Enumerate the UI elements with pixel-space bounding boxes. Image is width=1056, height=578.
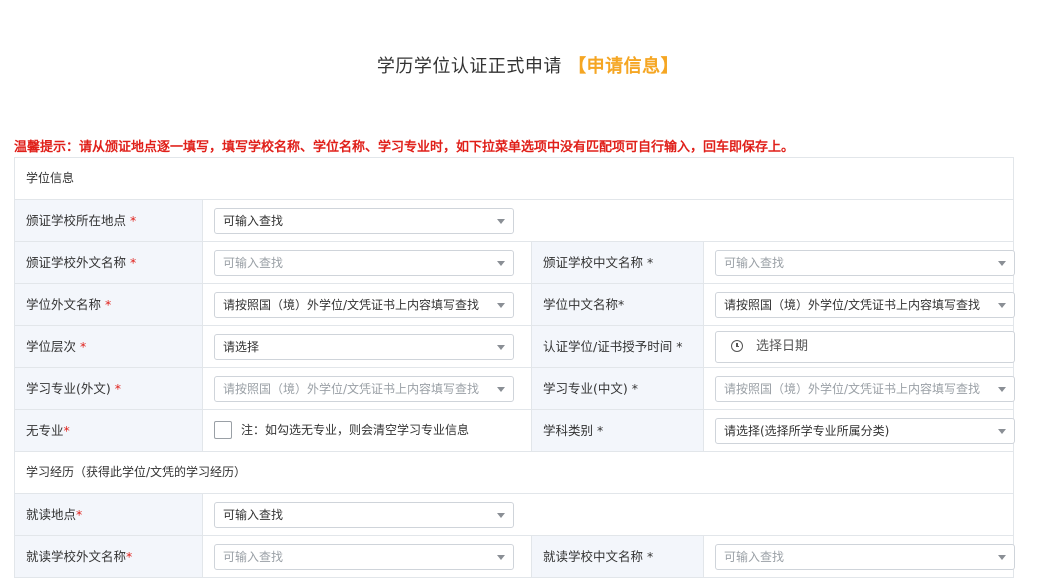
degree-level-cell: 请选择: [203, 326, 532, 367]
section-degree-info: 学位信息: [15, 158, 1013, 200]
chevron-down-icon: [998, 387, 1006, 392]
row-no-major: 无专业* 注：如勾选无专业，则会清空学习专业信息 学科类别 * 请选择(选择所学…: [15, 410, 1015, 452]
warning-tip: 温馨提示：请从颁证地点逐一填写，填写学校名称、学位名称、学习专业时，如下拉菜单选…: [14, 140, 795, 155]
discipline-label: 学科类别 *: [532, 410, 704, 451]
chevron-down-icon: [497, 387, 505, 392]
award-date-picker[interactable]: 选择日期: [715, 331, 1015, 363]
study-location-select[interactable]: 可输入查找: [214, 502, 514, 528]
chevron-down-icon: [998, 429, 1006, 434]
row-degree-name: 学位外文名称 * 请按照国（境）外学位/文凭证书上内容填写查找 学位中文名称* …: [15, 284, 1015, 326]
degree-level-label: 学位层次 *: [15, 326, 203, 367]
page-title: 学历学位认证正式申请 【申请信息】: [0, 52, 1056, 78]
chevron-down-icon: [497, 555, 505, 560]
issuing-location-select[interactable]: 可输入查找: [214, 208, 514, 234]
chevron-down-icon: [497, 513, 505, 518]
major-foreign-cell: 请按照国（境）外学位/文凭证书上内容填写查找: [203, 368, 532, 409]
degree-level-select[interactable]: 请选择: [214, 334, 514, 360]
degree-chinese-select[interactable]: 请按照国（境）外学位/文凭证书上内容填写查找: [715, 292, 1015, 318]
no-major-cell: 注：如勾选无专业，则会清空学习专业信息: [203, 410, 532, 451]
row-study-location: 就读地点* 可输入查找: [15, 494, 1013, 536]
issuing-location-cell: 可输入查找: [203, 200, 1013, 241]
chevron-down-icon: [497, 261, 505, 266]
major-foreign-label: 学习专业(外文) *: [15, 368, 203, 409]
issuing-school-foreign-label: 颁证学校外文名称 *: [15, 242, 203, 283]
chevron-down-icon: [497, 303, 505, 308]
issuing-school-chinese-label: 颁证学校中文名称 *: [532, 242, 704, 283]
degree-foreign-select[interactable]: 请按照国（境）外学位/文凭证书上内容填写查找: [214, 292, 514, 318]
issuing-location-label: 颁证学校所在地点 *: [15, 200, 203, 241]
chevron-down-icon: [497, 219, 505, 224]
discipline-select[interactable]: 请选择(选择所学专业所属分类): [715, 418, 1015, 444]
major-chinese-cell: 请按照国（境）外学位/文凭证书上内容填写查找: [704, 368, 1015, 409]
degree-chinese-cell: 请按照国（境）外学位/文凭证书上内容填写查找: [704, 284, 1015, 325]
study-school-foreign-select[interactable]: 可输入查找: [214, 544, 514, 570]
row-issuing-school: 颁证学校外文名称 * 可输入查找 颁证学校中文名称 * 可输入查找: [15, 242, 1015, 284]
row-degree-level: 学位层次 * 请选择 认证学位/证书授予时间 * 选择日期: [15, 326, 1015, 368]
major-chinese-select[interactable]: 请按照国（境）外学位/文凭证书上内容填写查找: [715, 376, 1015, 402]
no-major-checkbox[interactable]: [214, 421, 232, 439]
no-major-label: 无专业*: [15, 410, 203, 451]
no-major-note: 注：如勾选无专业，则会清空学习专业信息: [241, 423, 470, 437]
major-chinese-label: 学习专业(中文) *: [532, 368, 704, 409]
page-title-highlight: 【申请信息】: [568, 56, 680, 77]
study-location-label: 就读地点*: [15, 494, 203, 535]
major-foreign-select[interactable]: 请按照国（境）外学位/文凭证书上内容填写查找: [214, 376, 514, 402]
chevron-down-icon: [998, 303, 1006, 308]
issuing-school-foreign-cell: 可输入查找: [203, 242, 532, 283]
award-date-cell: 选择日期: [704, 326, 1015, 367]
chevron-down-icon: [998, 261, 1006, 266]
degree-foreign-cell: 请按照国（境）外学位/文凭证书上内容填写查找: [203, 284, 532, 325]
page-title-main: 学历学位认证正式申请: [376, 56, 562, 77]
study-school-chinese-select[interactable]: 可输入查找: [715, 544, 1015, 570]
issuing-school-foreign-select[interactable]: 可输入查找: [214, 250, 514, 276]
degree-chinese-label: 学位中文名称*: [532, 284, 704, 325]
issuing-school-chinese-select[interactable]: 可输入查找: [715, 250, 1015, 276]
application-form: 学位信息 颁证学校所在地点 * 可输入查找 颁证学校外文名称 * 可输入查找 颁…: [14, 157, 1015, 578]
chevron-down-icon: [497, 345, 505, 350]
discipline-cell: 请选择(选择所学专业所属分类): [704, 410, 1015, 451]
chevron-down-icon: [998, 555, 1006, 560]
clock-icon: [731, 340, 743, 352]
row-issuing-location: 颁证学校所在地点 * 可输入查找: [15, 200, 1013, 242]
section-study-experience: 学习经历（获得此学位/文凭的学习经历）: [15, 452, 1013, 494]
study-location-cell: 可输入查找: [203, 494, 1013, 535]
issuing-school-chinese-cell: 可输入查找: [704, 242, 1015, 283]
degree-foreign-label: 学位外文名称 *: [15, 284, 203, 325]
award-date-label: 认证学位/证书授予时间 *: [532, 326, 704, 367]
row-major: 学习专业(外文) * 请按照国（境）外学位/文凭证书上内容填写查找 学习专业(中…: [15, 368, 1015, 410]
